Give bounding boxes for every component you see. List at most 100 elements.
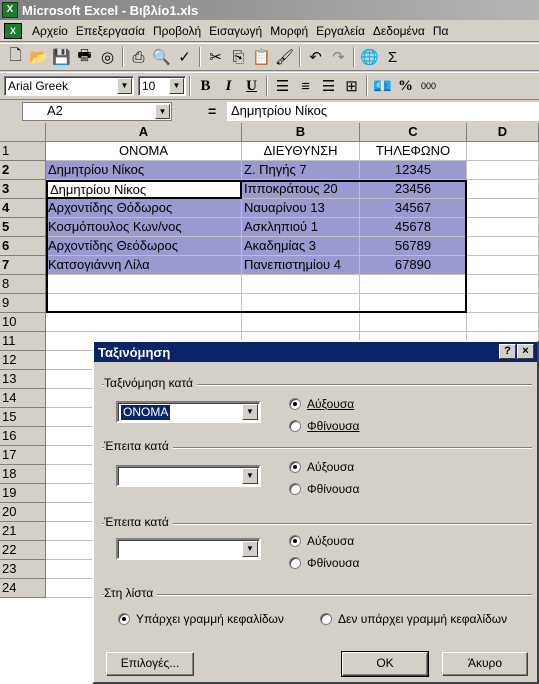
help-button[interactable]: ?	[499, 344, 516, 359]
format-painter-icon[interactable]: 🖌	[273, 46, 296, 68]
cell-c1[interactable]: ΤΗΛΕΦΩΝΟ	[360, 142, 467, 161]
document-icon[interactable]: X	[4, 22, 22, 39]
cell-c4[interactable]: 34567	[360, 199, 467, 218]
ok-button[interactable]: ΟΚ	[341, 651, 429, 677]
font-name-combo[interactable]: Arial Greek ▼	[4, 76, 134, 96]
then-by-1-descending-radio[interactable]: Φθίνουσα	[289, 482, 360, 496]
underline-button[interactable]: U	[240, 75, 263, 97]
cell-d6[interactable]	[467, 237, 539, 256]
then-by-1-ascending-radio[interactable]: Αύξουσα	[289, 460, 354, 474]
cut-icon[interactable]: ✂	[204, 46, 227, 68]
cell-d10[interactable]	[467, 313, 539, 332]
row-header-16[interactable]: 16	[0, 427, 46, 446]
cell-b9[interactable]	[242, 294, 360, 313]
row-header-5[interactable]: 5	[0, 218, 46, 237]
row-header-18[interactable]: 18	[0, 465, 46, 484]
formula-input[interactable]: Δημητρίου Νίκος	[227, 102, 539, 121]
row-header-1[interactable]: 1	[0, 142, 46, 161]
cell-d5[interactable]	[467, 218, 539, 237]
name-box[interactable]: A2 ▼	[22, 102, 172, 121]
row-header-21[interactable]: 21	[0, 522, 46, 541]
row-header-6[interactable]: 6	[0, 237, 46, 256]
print-preview-icon[interactable]: ⎙	[127, 46, 150, 68]
cell-b5[interactable]: Ασκληπιού 1	[242, 218, 360, 237]
then-by-2-ascending-radio[interactable]: Αύξουσα	[289, 534, 354, 548]
spelling-icon[interactable]: ✓	[173, 46, 196, 68]
column-header-b[interactable]: B	[242, 123, 360, 142]
cell-b3[interactable]: Ιπποκράτους 20	[242, 180, 360, 199]
row-header-22[interactable]: 22	[0, 541, 46, 560]
currency-icon[interactable]: 💶	[371, 75, 394, 97]
column-header-d[interactable]: D	[467, 123, 539, 142]
menu-view[interactable]: Προβολή	[149, 24, 205, 38]
comma-style-button[interactable]: 000	[417, 75, 440, 97]
cell-b1[interactable]: ΔΙΕΥΘΥΝΣΗ	[242, 142, 360, 161]
cell-a7[interactable]: Κατσογιάννη Λίλα	[46, 256, 242, 275]
cell-a5[interactable]: Κοσμόπουλος Κων/νος	[46, 218, 242, 237]
row-header-9[interactable]: 9	[0, 294, 46, 313]
menu-file[interactable]: Αρχείο	[28, 24, 72, 38]
cell-b6[interactable]: Ακαδημίας 3	[242, 237, 360, 256]
bold-button[interactable]: B	[194, 75, 217, 97]
align-right-icon[interactable]: ☰	[317, 75, 340, 97]
row-header-17[interactable]: 17	[0, 446, 46, 465]
then-by-2-descending-radio[interactable]: Φθίνουσα	[289, 556, 360, 570]
row-header-7[interactable]: 7	[0, 256, 46, 275]
cell-d9[interactable]	[467, 294, 539, 313]
cell-a1[interactable]: ΟΝΟΜΑ	[46, 142, 242, 161]
font-size-combo[interactable]: 10 ▼	[138, 76, 186, 96]
menu-window[interactable]: Πα	[429, 24, 453, 38]
cell-c10[interactable]	[360, 313, 467, 332]
row-header-20[interactable]: 20	[0, 503, 46, 522]
row-header-10[interactable]: 10	[0, 313, 46, 332]
new-icon[interactable]: 🗋	[4, 46, 27, 68]
cell-a2[interactable]: Δημητρίου Νίκος	[46, 161, 242, 180]
header-row-radio[interactable]: Υπάρχει γραμμή κεφαλίδων	[118, 612, 284, 626]
column-header-c[interactable]: C	[360, 123, 467, 142]
chevron-down-icon[interactable]: ▼	[155, 104, 170, 119]
merge-center-icon[interactable]: ⊞	[340, 75, 363, 97]
row-header-12[interactable]: 12	[0, 351, 46, 370]
percent-button[interactable]: %	[394, 75, 417, 97]
cell-b8[interactable]	[242, 275, 360, 294]
no-header-row-radio[interactable]: Δεν υπάρχει γραμμή κεφαλίδων	[320, 612, 507, 626]
cell-c5[interactable]: 45678	[360, 218, 467, 237]
hyperlink-icon[interactable]: 🌐	[358, 46, 381, 68]
excel-app-icon[interactable]: X	[2, 2, 18, 18]
sort-by-ascending-radio[interactable]: Αύξουσα	[289, 397, 354, 411]
cell-b10[interactable]	[242, 313, 360, 332]
cell-d4[interactable]	[467, 199, 539, 218]
cell-b2[interactable]: Ζ. Πηγής 7	[242, 161, 360, 180]
row-header-8[interactable]: 8	[0, 275, 46, 294]
cell-c3[interactable]: 23456	[360, 180, 467, 199]
row-header-3[interactable]: 3	[0, 180, 46, 199]
cell-a8[interactable]	[46, 275, 242, 294]
row-header-11[interactable]: 11	[0, 332, 46, 351]
column-header-a[interactable]: A	[46, 123, 242, 142]
row-header-4[interactable]: 4	[0, 199, 46, 218]
cell-d8[interactable]	[467, 275, 539, 294]
chevron-down-icon[interactable]: ▼	[242, 468, 258, 484]
cancel-button[interactable]: Άκυρο	[442, 652, 528, 676]
cell-c6[interactable]: 56789	[360, 237, 467, 256]
cell-a4[interactable]: Αρχοντίδης Θόδωρος	[46, 199, 242, 218]
chevron-down-icon[interactable]: ▼	[242, 541, 258, 557]
chevron-down-icon[interactable]: ▼	[117, 78, 132, 94]
copy-icon[interactable]: ⎘	[227, 46, 250, 68]
row-header-13[interactable]: 13	[0, 370, 46, 389]
align-left-icon[interactable]: ☰	[271, 75, 294, 97]
redo-icon[interactable]: ↷	[327, 46, 350, 68]
save-icon[interactable]: 💾	[50, 46, 73, 68]
undo-icon[interactable]: ↶	[304, 46, 327, 68]
cell-c8[interactable]	[360, 275, 467, 294]
cell-a9[interactable]	[46, 294, 242, 313]
italic-button[interactable]: I	[217, 75, 240, 97]
row-header-2[interactable]: 2	[0, 161, 46, 180]
cell-b4[interactable]: Ναυαρίνου 13	[242, 199, 360, 218]
active-cell[interactable]: Δημητρίου Νίκος	[46, 180, 242, 199]
print-icon[interactable]: 🖶	[73, 46, 96, 68]
cell-c9[interactable]	[360, 294, 467, 313]
row-header-14[interactable]: 14	[0, 389, 46, 408]
cell-d1[interactable]	[467, 142, 539, 161]
cell-d3[interactable]	[467, 180, 539, 199]
